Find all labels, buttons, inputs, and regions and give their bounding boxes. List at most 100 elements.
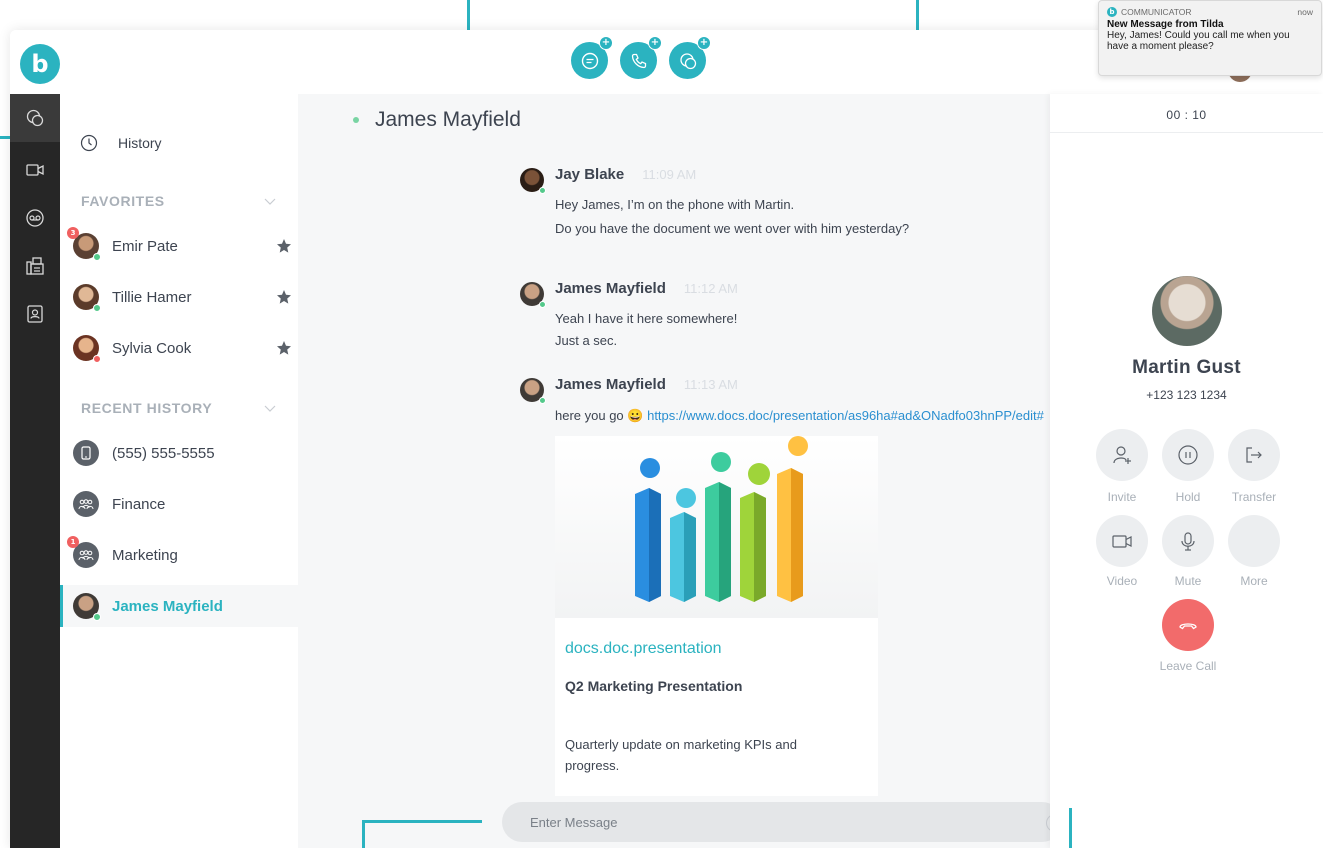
contact-name: (555) 555-5555 bbox=[112, 444, 215, 462]
clock-icon bbox=[80, 134, 98, 152]
message-link[interactable]: https://www.docs.doc/presentation/as96ha… bbox=[647, 408, 1044, 423]
contact-name: Finance bbox=[112, 495, 166, 513]
microphone-icon bbox=[1181, 532, 1195, 551]
presence-dot bbox=[539, 301, 546, 308]
star-icon[interactable] bbox=[276, 289, 292, 305]
contact-name: James Mayfield bbox=[112, 597, 223, 615]
avatar bbox=[73, 284, 101, 312]
message-time: 11:13 AM bbox=[683, 377, 738, 392]
callout-line bbox=[362, 820, 365, 848]
chat-title: James Mayfield bbox=[353, 108, 521, 132]
avatar bbox=[520, 378, 546, 404]
message-header: James Mayfield 11:13 AM bbox=[555, 376, 738, 393]
hold-button[interactable] bbox=[1162, 429, 1214, 481]
transfer-label: Transfer bbox=[1231, 490, 1277, 504]
rail-item-contacts[interactable] bbox=[10, 290, 60, 338]
notification-time: now bbox=[1297, 7, 1313, 17]
recent-item[interactable]: (555) 555-5555 bbox=[60, 432, 298, 474]
plus-icon: + bbox=[697, 36, 711, 50]
avatar bbox=[73, 335, 101, 363]
preview-description: Quarterly update on marketing KPIs and p… bbox=[565, 737, 797, 773]
phone-plus-icon bbox=[631, 53, 646, 68]
recent-item[interactable]: 1 Marketing bbox=[60, 534, 298, 576]
rail-item-voicemail[interactable] bbox=[10, 194, 60, 242]
more-label: More bbox=[1240, 574, 1268, 588]
recent-item-active[interactable]: James Mayfield bbox=[60, 585, 298, 627]
presence-dot bbox=[539, 187, 546, 194]
message-input[interactable]: Enter Message bbox=[502, 802, 1062, 842]
recent-history-heading: RECENT HISTORY bbox=[81, 400, 213, 416]
rail-item-chat[interactable] bbox=[10, 94, 60, 142]
rail-item-fax[interactable] bbox=[10, 242, 60, 290]
group-chat-plus-icon bbox=[679, 52, 696, 69]
favorite-item[interactable]: Tillie Hamer bbox=[60, 276, 298, 318]
app-logo: b bbox=[20, 44, 60, 84]
group-icon bbox=[78, 550, 94, 561]
favorite-item[interactable]: Sylvia Cook bbox=[60, 327, 298, 369]
caller-name: Martin Gust bbox=[1132, 357, 1241, 378]
more-button[interactable] bbox=[1228, 515, 1280, 567]
callout-line bbox=[1069, 808, 1072, 848]
voicemail-icon bbox=[26, 209, 44, 227]
message-time: 11:12 AM bbox=[683, 281, 738, 296]
chevron-down-icon[interactable] bbox=[264, 198, 276, 206]
chat-title-text: James Mayfield bbox=[375, 108, 521, 131]
video-icon bbox=[1112, 535, 1132, 548]
avatar: 3 bbox=[67, 227, 101, 261]
new-chat-button[interactable]: + bbox=[571, 36, 613, 79]
presence-dot bbox=[93, 355, 101, 363]
app-icon: b bbox=[1107, 7, 1117, 17]
notification-header: b COMMUNICATOR now bbox=[1107, 7, 1313, 17]
call-panel: 00 : 10 Martin Gust +123 123 1234 Invite… bbox=[1050, 94, 1323, 848]
star-icon[interactable] bbox=[276, 238, 292, 254]
leave-call-button[interactable] bbox=[1162, 599, 1214, 651]
presence-dot bbox=[93, 613, 101, 621]
favorites-heading: FAVORITES bbox=[81, 193, 165, 209]
history-label: History bbox=[118, 135, 162, 151]
star-icon[interactable] bbox=[276, 340, 292, 356]
presence-dot bbox=[93, 253, 101, 261]
message-sender: James Mayfield bbox=[555, 376, 666, 393]
message-header: Jay Blake 11:09 AM bbox=[555, 166, 696, 183]
video-button[interactable] bbox=[1096, 515, 1148, 567]
message-header: James Mayfield 11:12 AM bbox=[555, 280, 738, 297]
desktop-notification[interactable]: b COMMUNICATOR now New Message from Tild… bbox=[1098, 0, 1322, 76]
left-rail bbox=[10, 94, 60, 848]
new-call-button[interactable]: + bbox=[620, 36, 662, 79]
active-indicator bbox=[60, 585, 63, 627]
plus-icon: + bbox=[599, 36, 613, 50]
contact-name: Tillie Hamer bbox=[112, 288, 192, 306]
message-line: Just a sec. bbox=[555, 333, 618, 348]
link-preview-card[interactable]: docs.doc.presentation Q2 Marketing Prese… bbox=[555, 436, 878, 796]
recent-item[interactable]: Finance bbox=[60, 483, 298, 525]
contacts-icon bbox=[27, 305, 43, 323]
history-link[interactable]: History bbox=[80, 134, 162, 152]
caller-avatar bbox=[1152, 276, 1222, 346]
invite-button[interactable] bbox=[1096, 429, 1148, 481]
favorite-item[interactable]: 3 Emir Pate bbox=[60, 225, 298, 267]
leave-call-label: Leave Call bbox=[1159, 659, 1217, 673]
transfer-icon bbox=[1246, 447, 1262, 463]
unread-badge: 3 bbox=[67, 227, 79, 239]
divider bbox=[1050, 132, 1323, 133]
avatar bbox=[520, 168, 546, 194]
message-sender: Jay Blake bbox=[555, 166, 625, 183]
preview-title: Q2 Marketing Presentation bbox=[565, 678, 743, 694]
presence-dot bbox=[93, 304, 101, 312]
message-time: 11:09 AM bbox=[642, 167, 697, 182]
contact-name: Sylvia Cook bbox=[112, 339, 192, 357]
plus-icon: + bbox=[648, 36, 662, 50]
phone-device-icon bbox=[81, 446, 91, 460]
sidebar: History FAVORITES 3 Emir Pate Tillie Ham… bbox=[60, 94, 298, 848]
contact-name: Marketing bbox=[112, 546, 178, 564]
page: b + + + History FAVORITES 3 Emir Pate Ti… bbox=[0, 0, 1323, 848]
chevron-down-icon[interactable] bbox=[264, 405, 276, 413]
preview-image bbox=[555, 436, 878, 618]
new-group-chat-button[interactable]: + bbox=[669, 36, 711, 79]
chat-plus-icon bbox=[581, 52, 598, 69]
avatar bbox=[73, 440, 99, 466]
rail-item-video[interactable] bbox=[10, 146, 60, 194]
transfer-button[interactable] bbox=[1228, 429, 1280, 481]
avatar bbox=[73, 491, 99, 517]
mute-button[interactable] bbox=[1162, 515, 1214, 567]
